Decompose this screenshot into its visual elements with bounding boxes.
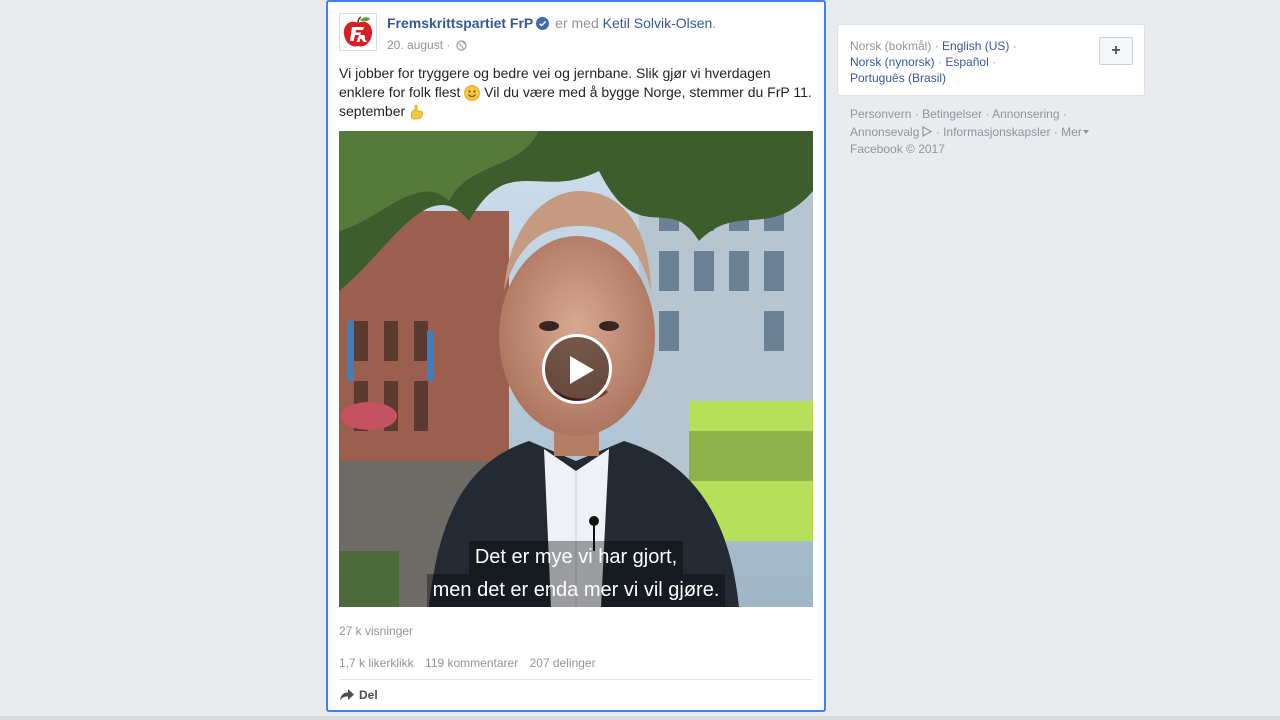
language-link-espanol[interactable]: Español [945, 55, 988, 69]
share-label: Del [359, 688, 378, 702]
bottom-edge [0, 716, 1280, 720]
lang-separator: · [934, 39, 939, 53]
lang-separator: · [992, 55, 997, 69]
language-link-english[interactable]: English (US) [942, 39, 1009, 53]
current-language: Norsk (bokmål) [850, 39, 932, 53]
tagged-suffix: . [712, 15, 717, 31]
smiley-emoji-icon [464, 85, 481, 101]
meta-separator: · [446, 38, 451, 52]
likes-count[interactable]: 1,7 k likerklikk [339, 656, 414, 670]
language-selector-box: Norsk (bokmål) · English (US) · Norsk (n… [837, 24, 1145, 96]
engagement-stats: 1,7 k likerklikk 119 kommentarer 207 del… [339, 656, 604, 670]
with-text: er med [555, 15, 599, 31]
comments-count[interactable]: 119 kommentarer [425, 656, 518, 670]
tagged-person-link[interactable]: Ketil Solvik-Olsen [603, 15, 713, 31]
post-text: Vi jobber for tryggere og bedre vei og j… [339, 64, 813, 121]
footer-link-annonsevalg[interactable]: Annonsevalg [850, 125, 919, 139]
footer-link-mer[interactable]: Mer [1061, 125, 1082, 139]
post-meta: 20. august · [387, 37, 813, 55]
lang-separator: · [1012, 39, 1017, 53]
share-arrow-icon [340, 689, 354, 701]
footer-separator: · [914, 107, 919, 121]
author-line: Fremskrittspartiet FrP er med Ketil Solv… [387, 14, 813, 34]
author-link[interactable]: Fremskrittspartiet FrP [387, 15, 533, 31]
play-icon [570, 356, 594, 384]
share-button[interactable]: Del [339, 688, 378, 702]
copyright-text: Facebook © 2017 [850, 142, 945, 156]
shares-count[interactable]: 207 delinger [530, 656, 596, 670]
footer-link-betingelser[interactable]: Betingelser [922, 107, 982, 121]
language-link-nynorsk[interactable]: Norsk (nynorsk) [850, 55, 935, 69]
post-card: Fremskrittspartiet FrP er med Ketil Solv… [326, 0, 826, 712]
post-header-text: Fremskrittspartiet FrP er med Ketil Solv… [387, 14, 813, 55]
caret-down-icon [1082, 122, 1089, 138]
verified-badge-icon [536, 16, 550, 34]
language-list: Norsk (bokmål) · English (US) · Norsk (n… [850, 38, 1050, 86]
post-date-link[interactable]: 20. august [387, 38, 443, 52]
add-language-button[interactable]: + [1099, 37, 1133, 65]
video-player[interactable]: Det er mye vi har gjort, men det er enda… [339, 131, 813, 607]
footer-separator: · [1062, 107, 1067, 121]
frp-logo-icon [340, 14, 376, 50]
video-subtitles: Det er mye vi har gjort, men det er enda… [339, 541, 813, 607]
view-count: 27 k visninger [339, 624, 414, 638]
play-button[interactable] [542, 334, 612, 404]
footer-separator: · [1053, 125, 1058, 139]
globe-icon[interactable] [456, 39, 467, 55]
footer-links: Personvern · Betingelser · Annonsering ·… [850, 106, 1140, 157]
footer-link-personvern[interactable]: Personvern [850, 107, 911, 121]
lang-separator: · [938, 55, 943, 69]
footer-separator: · [935, 125, 940, 139]
action-divider [339, 679, 813, 680]
subtitle-line-1: Det er mye vi har gjort, [468, 541, 684, 574]
adchoices-icon [921, 125, 933, 141]
footer-link-informasjonskapsler[interactable]: Informasjonskapsler [943, 125, 1050, 139]
footer-link-annonsering[interactable]: Annonsering [992, 107, 1059, 121]
footer-separator: · [985, 107, 990, 121]
post-header: Fremskrittspartiet FrP er med Ketil Solv… [339, 13, 813, 57]
pointing-hand-emoji-icon [409, 104, 425, 120]
subtitle-line-2: men det er enda mer vi vil gjøre. [426, 574, 726, 607]
language-link-portugues[interactable]: Português (Brasil) [850, 71, 946, 85]
page-avatar[interactable] [339, 13, 377, 51]
